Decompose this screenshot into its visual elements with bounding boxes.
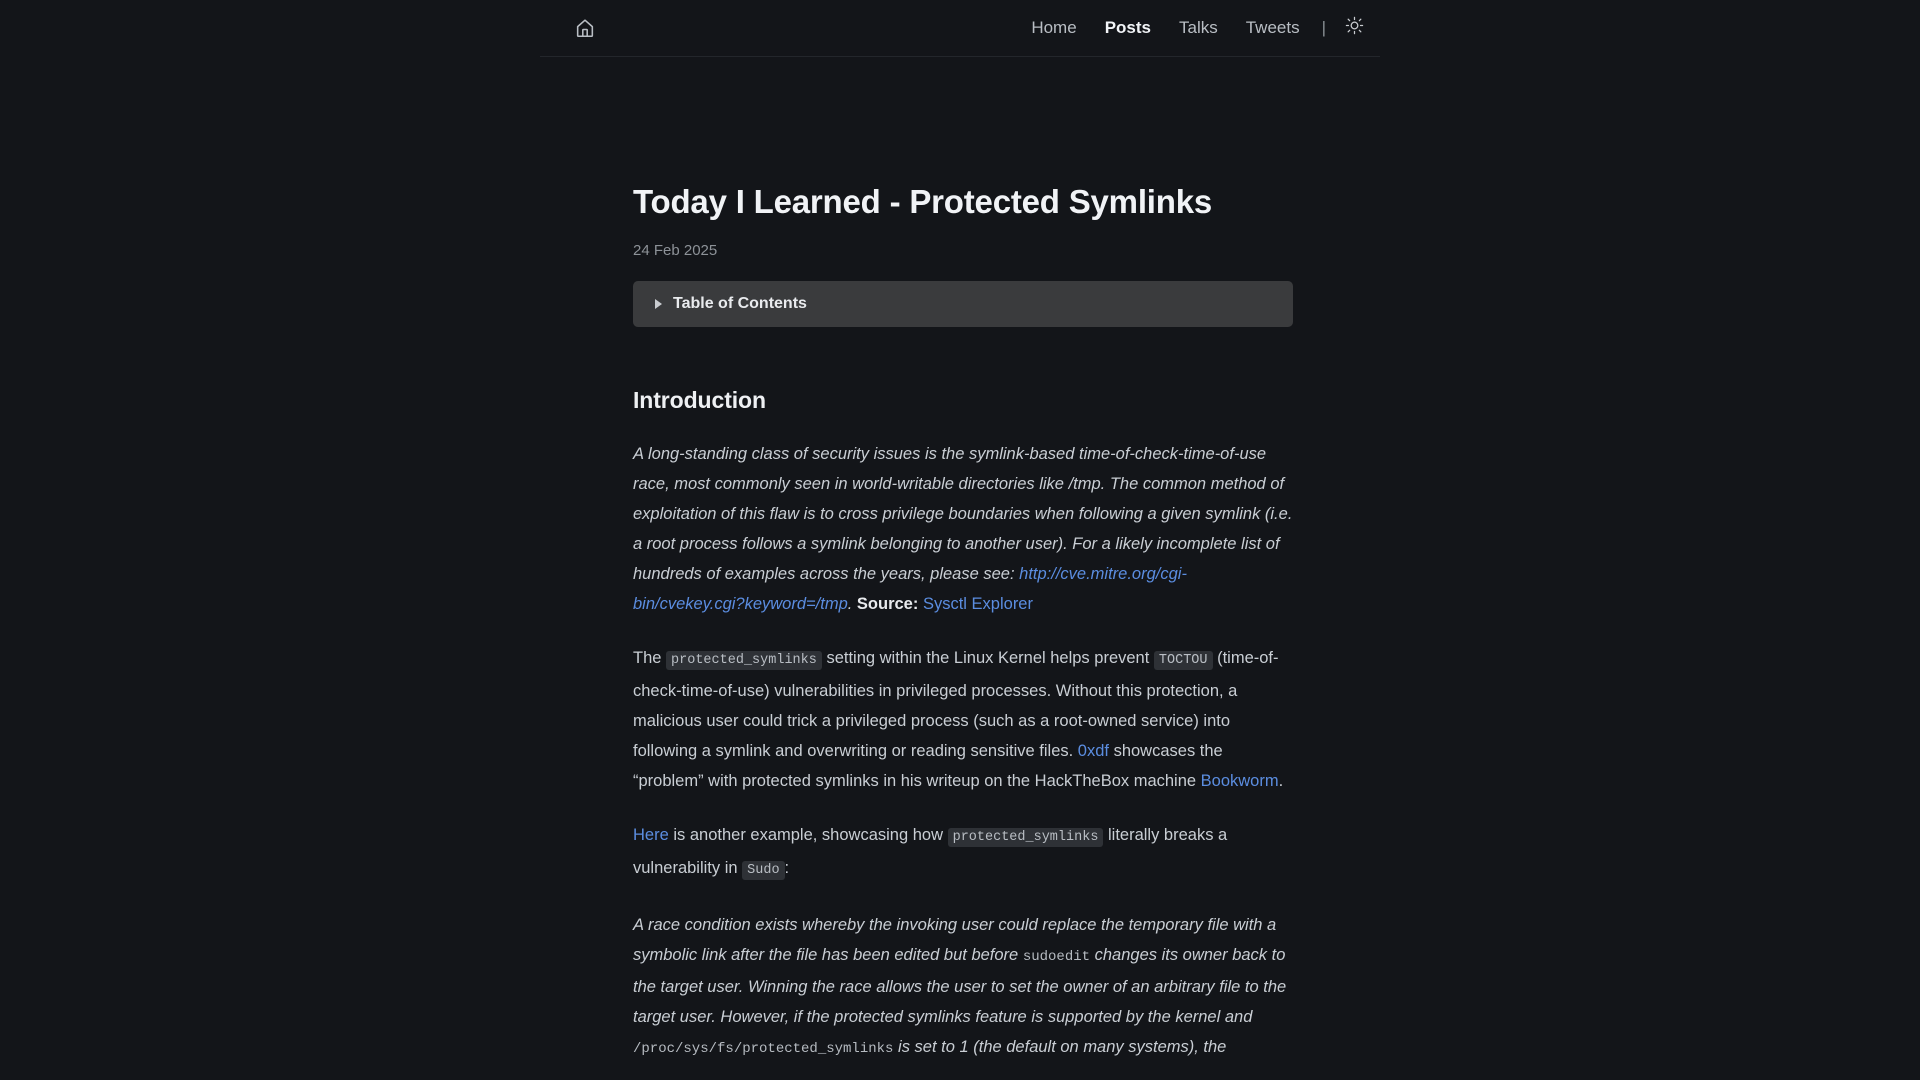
nav-link-home[interactable]: Home [1017, 19, 1090, 36]
code-sudoedit: sudoedit [1022, 948, 1091, 965]
section-heading-introduction: Introduction [633, 386, 766, 413]
code-sudo: Sudo [742, 860, 785, 880]
bookworm-link[interactable]: Bookworm [1201, 772, 1279, 790]
nav-link-tweets[interactable]: Tweets [1232, 19, 1314, 36]
table-of-contents-label: Table of Contents [673, 294, 807, 312]
page-title: Today I Learned - Protected Symlinks [633, 183, 1213, 220]
para1-t2: setting within the Linux Kernel helps pr… [821, 648, 1154, 667]
intro-blockquote: A long-standing class of security issues… [633, 439, 1293, 619]
code-protected-symlinks-1: protected_symlinks [666, 650, 822, 670]
quote1-text-part2: . [847, 594, 857, 613]
paragraph-another-example: Here is another example, showcasing how … [633, 820, 1293, 886]
para2-t3: : [784, 858, 790, 877]
sun-icon [1345, 16, 1364, 38]
quote2-t3: is set to 1 (the default on many systems… [893, 1037, 1227, 1056]
site-header: Home Posts Talks Tweets | [0, 0, 1920, 57]
code-protected-symlinks-2: protected_symlinks [947, 827, 1104, 847]
nav-link-talks[interactable]: Talks [1165, 19, 1232, 36]
quote1-text-part1: A long-standing class of security issues… [633, 444, 1293, 583]
page-container: Today I Learned - Protected Symlinks 24 … [0, 57, 1920, 1064]
header-inner: Home Posts Talks Tweets | [540, 0, 1380, 57]
para1-t1: The [633, 648, 667, 667]
home-link[interactable] [568, 11, 602, 45]
post-date: 24 Feb 2025 [633, 241, 718, 259]
triangle-right-icon [655, 298, 662, 309]
para2-t1: is another example, showcasing how [668, 825, 948, 844]
quote1-source-label: Source: [856, 594, 919, 613]
here-link[interactable]: Here [633, 826, 669, 844]
sudo-blockquote: A race condition exists whereby the invo… [633, 910, 1293, 1064]
main-navigation: Home Posts Talks Tweets | [1017, 13, 1368, 41]
0xdf-link[interactable]: 0xdf [1078, 742, 1109, 760]
para1-t5: . [1278, 771, 1284, 790]
table-of-contents[interactable]: Table of Contents [633, 280, 1293, 327]
theme-toggle-button[interactable] [1340, 13, 1368, 41]
code-toctou: TOCTOU [1153, 650, 1213, 670]
sysctl-explorer-link[interactable]: Sysctl Explorer [923, 595, 1033, 613]
nav-link-posts[interactable]: Posts [1091, 19, 1165, 36]
code-proc-sys-fs-protected-symlinks: /proc/sys/fs/protected_symlinks [633, 1040, 894, 1057]
table-of-contents-summary[interactable]: Table of Contents [653, 295, 1273, 313]
nav-separator: | [1321, 17, 1326, 37]
post-article: Today I Learned - Protected Symlinks 24 … [633, 57, 1293, 1064]
paragraph-protected-symlinks: The protected_symlinks setting within th… [633, 643, 1293, 796]
home-icon [574, 17, 596, 39]
